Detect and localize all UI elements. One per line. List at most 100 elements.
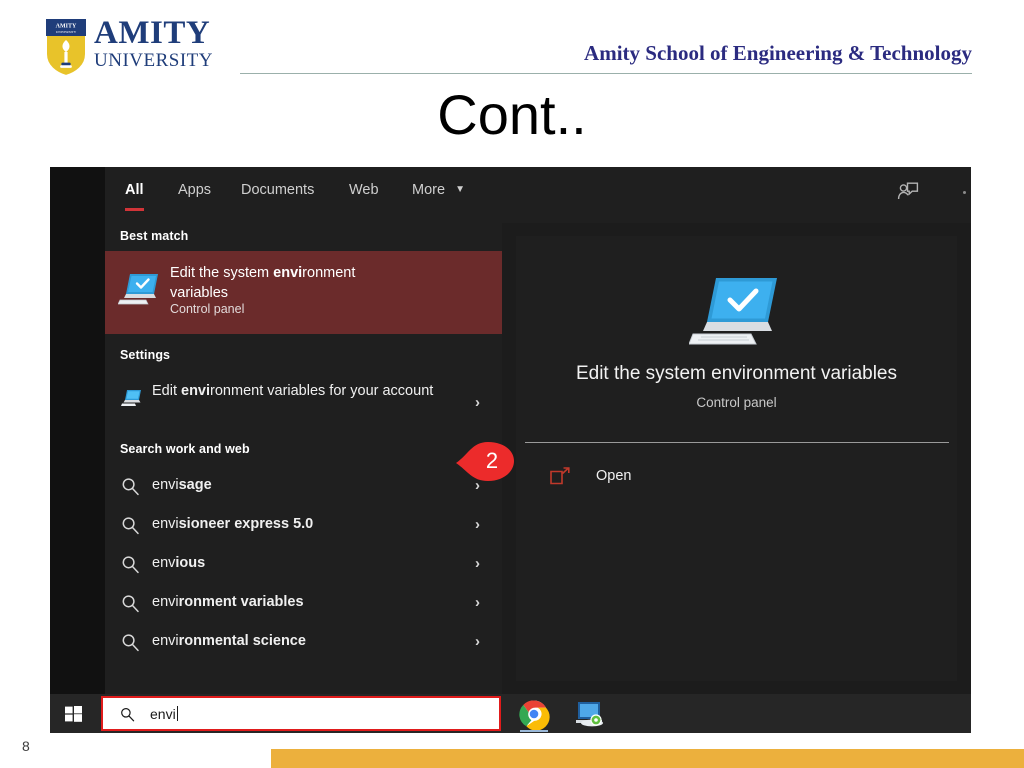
- suggest-prefix: envi: [152, 633, 179, 649]
- list-item[interactable]: environment variables ›: [105, 585, 502, 623]
- list-item-label: envisage: [152, 477, 212, 493]
- tab-web-label: Web: [349, 182, 379, 198]
- monitor-settings-icon: [121, 390, 141, 406]
- search-input-value: envi: [150, 706, 178, 722]
- footer-accent-bar: [271, 749, 1024, 768]
- tab-more-label: More: [412, 182, 446, 198]
- search-results-column: Best match Edit the system environment v…: [105, 223, 502, 694]
- settings-heading: Settings: [120, 348, 171, 362]
- list-item[interactable]: envisage ›: [105, 468, 502, 506]
- search-icon: [122, 517, 139, 535]
- search-icon: [121, 708, 135, 722]
- open-button[interactable]: Open: [516, 458, 957, 498]
- logo-line-university: UNIVERSITY: [94, 50, 213, 71]
- chevron-right-icon: ›: [475, 594, 480, 611]
- more-options-icon[interactable]: [963, 191, 966, 194]
- tab-all-label: All: [125, 182, 144, 198]
- chevron-down-icon: ▼: [455, 184, 465, 195]
- suggest-prefix: envi: [152, 477, 179, 493]
- windows-logo-icon: [65, 706, 82, 722]
- tab-documents[interactable]: Documents: [241, 182, 314, 198]
- chevron-right-icon: ›: [475, 394, 480, 411]
- best-match-title-match: envi: [273, 265, 303, 281]
- department-title: Amity School of Engineering & Technology: [584, 41, 972, 65]
- monitor-check-icon: [118, 274, 158, 305]
- tab-apps[interactable]: Apps: [178, 182, 211, 198]
- slide-header: AMITY UNIVERSITY AMITY UNIVERSITY Amity …: [0, 0, 1024, 160]
- best-match-heading: Best match: [120, 229, 189, 243]
- search-icon: [122, 556, 139, 574]
- best-match-title-pre: Edit the system: [170, 265, 274, 281]
- list-item-label: envisioneer express 5.0: [152, 516, 313, 532]
- tab-documents-label: Documents: [241, 182, 315, 198]
- list-item[interactable]: environmental science ›: [105, 624, 502, 662]
- web-section-heading: Search work and web: [120, 442, 250, 456]
- windows-taskbar: envi: [50, 694, 971, 733]
- suggest-rest: ronment variables: [178, 594, 304, 610]
- best-match-subtitle: Control panel: [170, 302, 245, 316]
- best-match-title: Edit the system environment variables: [170, 263, 410, 303]
- search-icon: [122, 478, 139, 496]
- settings-label-post: ronment variables for your account: [210, 383, 434, 399]
- suggest-prefix: envi: [152, 516, 179, 532]
- open-button-label: Open: [596, 468, 632, 484]
- preview-divider: [525, 442, 949, 443]
- amity-shield-torch-icon: AMITY UNIVERSITY: [45, 18, 87, 78]
- chevron-right-icon: ›: [475, 516, 480, 533]
- search-input[interactable]: envi: [101, 696, 501, 731]
- display-settings-icon: [576, 702, 603, 727]
- best-match-result[interactable]: Edit the system environment variables Co…: [105, 251, 502, 334]
- settings-result-label: Edit environment variables for your acco…: [152, 380, 437, 402]
- tab-active-underline: [125, 208, 144, 211]
- page-number: 8: [22, 738, 30, 754]
- search-tab-strip: All Apps Documents Web More ▼: [105, 167, 971, 223]
- search-panel-body: All Apps Documents Web More ▼ Best match…: [105, 167, 971, 694]
- start-button[interactable]: [50, 694, 101, 733]
- search-icon: [122, 634, 139, 652]
- text-caret: [176, 706, 178, 721]
- taskbar-app-display[interactable]: [572, 698, 604, 729]
- suggest-rest: sage: [178, 477, 212, 493]
- search-input-text: envi: [150, 706, 176, 722]
- preview-title: Edit the system environment variables: [575, 363, 898, 384]
- taskbar-app-chrome[interactable]: [518, 698, 550, 731]
- list-item[interactable]: envisioneer express 5.0 ›: [105, 507, 502, 545]
- tab-apps-label: Apps: [178, 182, 212, 198]
- preview-card: Edit the system environment variables Co…: [516, 236, 957, 681]
- settings-result-row[interactable]: Edit environment variables for your acco…: [105, 373, 502, 435]
- tab-more[interactable]: More ▼: [412, 182, 465, 198]
- suggest-rest: ious: [175, 555, 206, 571]
- suggest-prefix: envi: [152, 594, 179, 610]
- svg-text:UNIVERSITY: UNIVERSITY: [56, 30, 77, 34]
- callout-number: 2: [485, 448, 499, 473]
- list-item-label: environmental science: [152, 633, 306, 649]
- logo-line-amity: AMITY: [94, 15, 211, 51]
- suggest-rest: ronmental science: [178, 633, 306, 649]
- chevron-right-icon: ›: [475, 633, 480, 650]
- chrome-running-indicator: [520, 730, 548, 732]
- preview-subtitle: Control panel: [696, 395, 777, 410]
- settings-label-pre: Edit: [152, 383, 182, 399]
- list-item-label: environment variables: [152, 594, 304, 610]
- tab-all[interactable]: All: [125, 182, 144, 211]
- chrome-icon: [519, 700, 550, 731]
- open-external-icon: [550, 467, 570, 485]
- list-item[interactable]: envious ›: [105, 546, 502, 584]
- search-left-rail: [50, 167, 105, 694]
- feedback-person-icon[interactable]: [897, 181, 919, 203]
- search-preview-column: Edit the system environment variables Co…: [502, 223, 971, 694]
- header-divider: [240, 73, 972, 74]
- page-title: Cont..: [437, 83, 587, 146]
- settings-label-match: envi: [181, 383, 211, 399]
- suggest-prefix: env: [152, 555, 176, 571]
- tab-web[interactable]: Web: [349, 182, 379, 198]
- callout-marker-2: 2: [454, 438, 516, 484]
- chevron-right-icon: ›: [475, 555, 480, 572]
- windows-search-screenshot: All Apps Documents Web More ▼ Best match…: [50, 167, 971, 733]
- amity-wordmark: AMITY UNIVERSITY: [94, 16, 236, 78]
- suggest-rest: sioneer express 5.0: [178, 516, 314, 532]
- search-icon: [122, 595, 139, 613]
- windows-search-flyout: All Apps Documents Web More ▼ Best match…: [50, 167, 971, 694]
- svg-text:AMITY: AMITY: [56, 24, 77, 30]
- list-item-label: envious: [152, 555, 205, 571]
